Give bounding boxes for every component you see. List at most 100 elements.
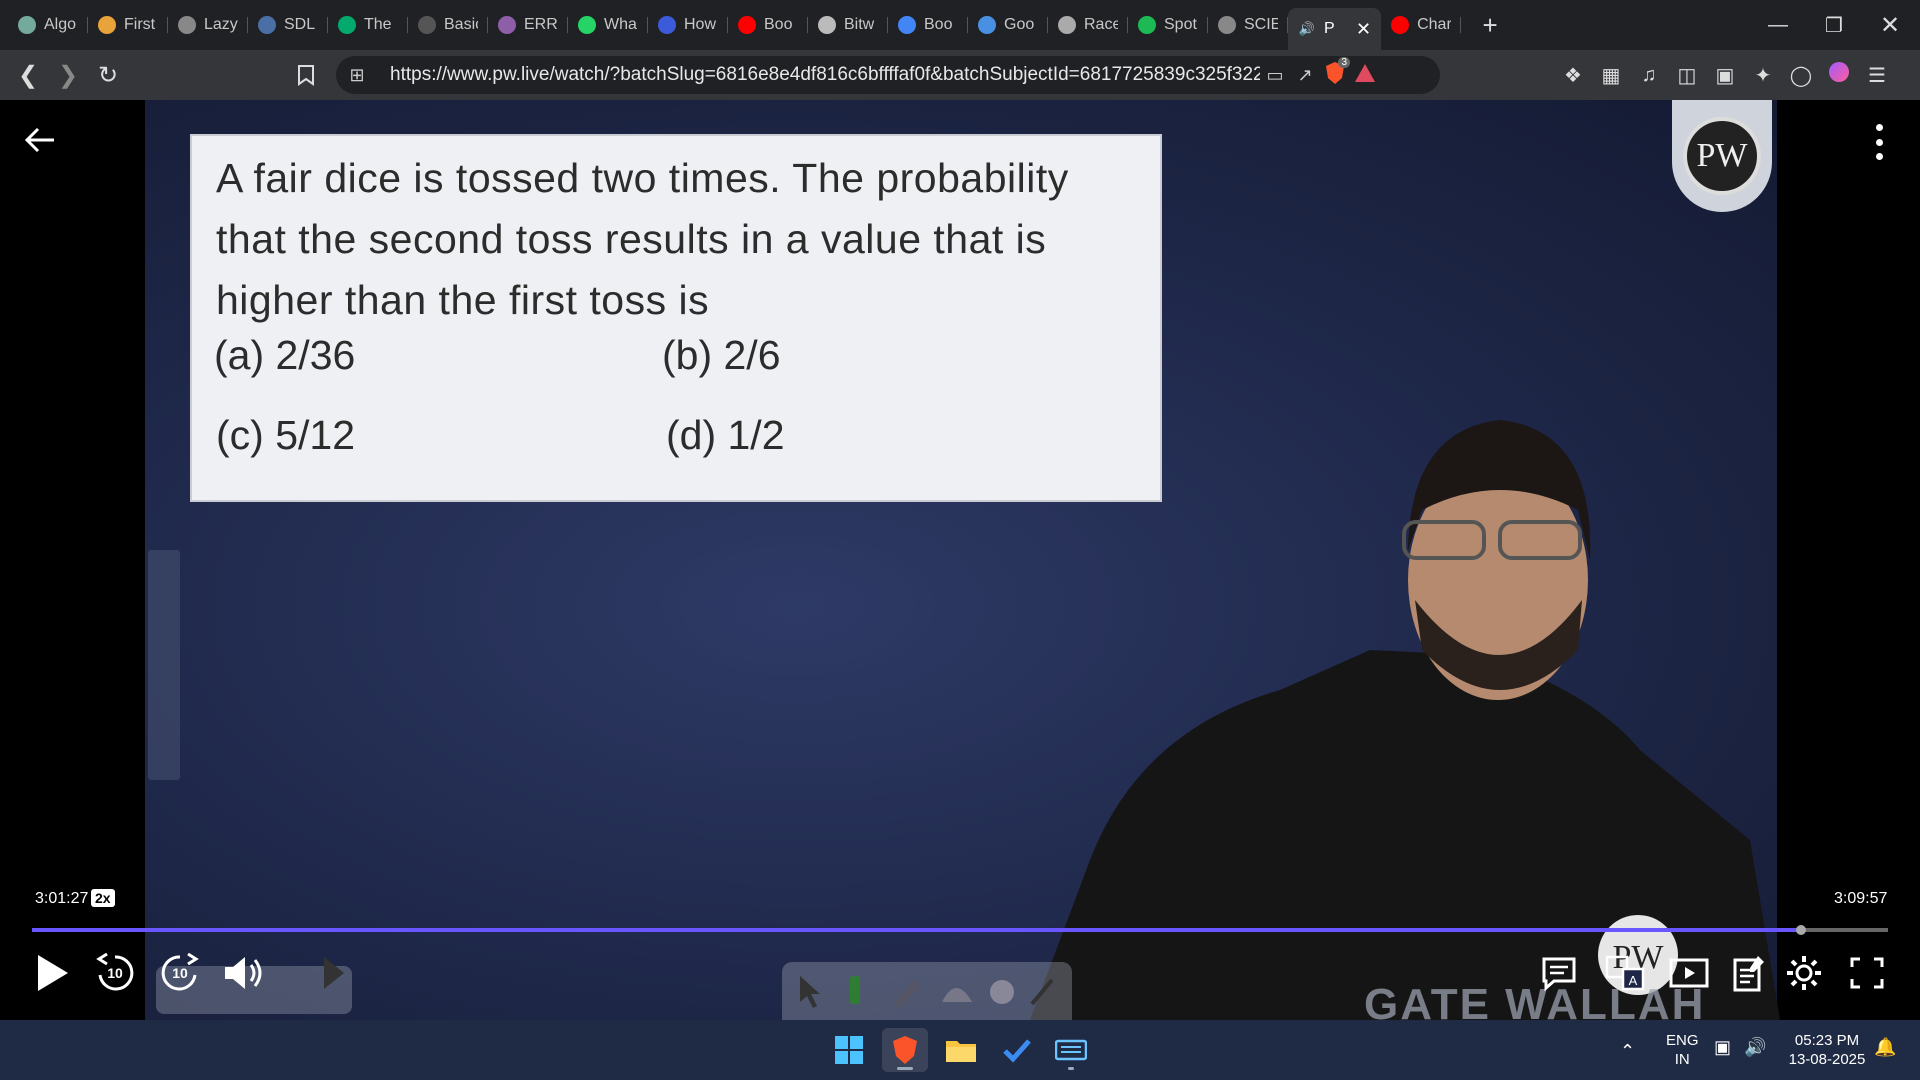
forward-button[interactable]: ❯ [48, 55, 88, 95]
site-settings-icon[interactable]: ⊞ [342, 65, 372, 86]
pw-logo: PW [1672, 100, 1772, 212]
rewind-10-button[interactable]: 10 [90, 948, 140, 998]
tab-13[interactable]: Race [1048, 7, 1128, 43]
keyboard-icon[interactable] [1048, 1028, 1094, 1072]
option-b: (b) 2/6 [662, 332, 781, 378]
notes-icon[interactable] [1724, 948, 1774, 998]
globe-icon [1218, 16, 1236, 34]
share-icon[interactable]: ↗ [1290, 65, 1320, 86]
tab-16[interactable]: 🔊 P ✕ [1288, 8, 1382, 50]
tab-title: Boo [924, 16, 953, 33]
tray-overflow-icon[interactable]: ⌃ [1620, 1042, 1635, 1061]
new-tab-button[interactable]: + [1475, 10, 1505, 41]
back-arrow-icon[interactable] [22, 122, 62, 162]
option-d: (d) 1/2 [666, 412, 785, 458]
start-windows-icon[interactable] [826, 1028, 872, 1072]
question-text: A fair dice is tossed two times. The pro… [216, 155, 1069, 323]
fullscreen-icon[interactable] [1842, 948, 1892, 998]
rewind-label: 10 [107, 965, 123, 981]
tab-14[interactable]: Spot [1128, 7, 1208, 43]
tab-title: Lazy [204, 16, 238, 33]
notification-bell-icon[interactable]: 🔔 [1874, 1038, 1896, 1057]
tab-title: Boo [764, 16, 793, 33]
file-explorer-icon[interactable] [938, 1028, 984, 1072]
playback-speed-badge[interactable]: 2x [91, 889, 115, 907]
brave-browser-icon[interactable] [882, 1028, 928, 1072]
seek-bar[interactable] [32, 925, 1888, 935]
tab-0[interactable]: Algo [8, 7, 88, 43]
url-text[interactable]: https://www.pw.live/watch/?batchSlug=681… [390, 64, 1260, 86]
forward-10-button[interactable]: 10 [155, 948, 205, 998]
language-indicator[interactable]: ENG IN [1666, 1031, 1699, 1069]
spotify-icon [1138, 16, 1156, 34]
profile-avatar[interactable] [1820, 62, 1858, 88]
restore-button[interactable]: ❐ [1806, 0, 1862, 50]
vpn-icon[interactable]: ◯ [1782, 63, 1820, 88]
option-c: (c) 5/12 [216, 412, 355, 458]
more-options-icon[interactable] [1864, 120, 1894, 164]
close-tab-icon[interactable]: ✕ [1356, 19, 1371, 40]
tab-1[interactable]: First [88, 7, 168, 43]
reload-button[interactable]: ↻ [88, 55, 128, 95]
brave-shields-icon[interactable]: 3 [1320, 56, 1350, 90]
whatsapp-icon [578, 16, 596, 34]
chat-icon[interactable] [1534, 948, 1584, 998]
tab-title: How [684, 16, 717, 33]
tab-10[interactable]: Bitw [808, 7, 888, 43]
clock[interactable]: 05:23 PM 13-08-2025 [1784, 1031, 1870, 1069]
translate-icon[interactable]: A [1600, 948, 1650, 998]
network-icon[interactable]: ▣ [1714, 1038, 1731, 1057]
option-a: (a) 2/36 [214, 332, 356, 378]
bookmark-icon [658, 16, 676, 34]
picture-in-picture-icon[interactable] [1664, 948, 1714, 998]
speaker-icon: 🔊 [1298, 21, 1316, 36]
sidebar-icon[interactable]: ◫ [1668, 63, 1706, 88]
address-bar[interactable]: ⊞ https://www.pw.live/watch/?batchSlug=6… [336, 56, 1440, 94]
tab-title: Race [1084, 16, 1118, 33]
todo-icon[interactable] [994, 1028, 1040, 1072]
video-player[interactable]: A fair dice is tossed two times. The pro… [0, 100, 1920, 1020]
tab-11[interactable]: Boo [888, 7, 968, 43]
wallet-icon[interactable]: ▣ [1706, 63, 1744, 88]
forward-label: 10 [172, 965, 188, 981]
volume-icon[interactable] [218, 948, 268, 998]
volume-tray-icon[interactable]: 🔊 [1744, 1038, 1766, 1057]
settings-gear-icon[interactable] [1779, 948, 1829, 998]
tab-title: First [124, 16, 156, 33]
cast-icon[interactable]: ▭ [1260, 65, 1290, 86]
tab-12[interactable]: Goo [968, 7, 1048, 43]
media-icon[interactable]: ♫ [1630, 64, 1668, 87]
close-window-button[interactable]: ✕ [1862, 0, 1918, 50]
tab-9[interactable]: Boo [728, 7, 808, 43]
tab-4[interactable]: The [328, 7, 408, 43]
tab-6[interactable]: ERR [488, 7, 568, 43]
seek-handle[interactable] [1796, 925, 1807, 935]
tab-3[interactable]: SDL [248, 7, 328, 43]
play-button[interactable] [27, 948, 77, 998]
reader-icon[interactable]: ▦ [1592, 63, 1630, 88]
error-icon [498, 16, 516, 34]
presenter-figure: PW [1030, 420, 1780, 1020]
tab-title: ERR [524, 16, 558, 33]
extensions-icon[interactable]: ❖ [1554, 63, 1592, 88]
tab-17[interactable]: Char [1381, 7, 1462, 43]
menu-icon[interactable]: ☰ [1858, 63, 1896, 88]
pw-logo-text: PW [1683, 117, 1761, 195]
bookmark-icon[interactable] [286, 55, 326, 95]
next-icon[interactable] [308, 948, 358, 998]
tab-title: SCIE [1244, 16, 1278, 33]
tab-15[interactable]: SCIE [1208, 7, 1288, 43]
browser-tab-bar: Algo First Lazy SDL The Basic ERR Wha How Boo Bitw… [0, 0, 1920, 50]
tab-7[interactable]: Wha [568, 7, 648, 43]
back-button[interactable]: ❮ [8, 55, 48, 95]
brave-rewards-icon[interactable] [1350, 63, 1380, 88]
tab-8[interactable]: How [648, 7, 728, 43]
leo-ai-icon[interactable]: ✦ [1744, 63, 1782, 88]
tab-5[interactable]: Basic [408, 7, 488, 43]
browser-toolbar: ❮ ❯ ↻ ⊞ https://www.pw.live/watch/?batch… [0, 50, 1920, 100]
region-code: IN [1674, 1051, 1690, 1068]
minimize-button[interactable]: — [1750, 0, 1806, 50]
clock-date: 13-08-2025 [1788, 1051, 1866, 1068]
tab-title: Spot [1164, 16, 1197, 33]
tab-2[interactable]: Lazy [168, 7, 248, 43]
